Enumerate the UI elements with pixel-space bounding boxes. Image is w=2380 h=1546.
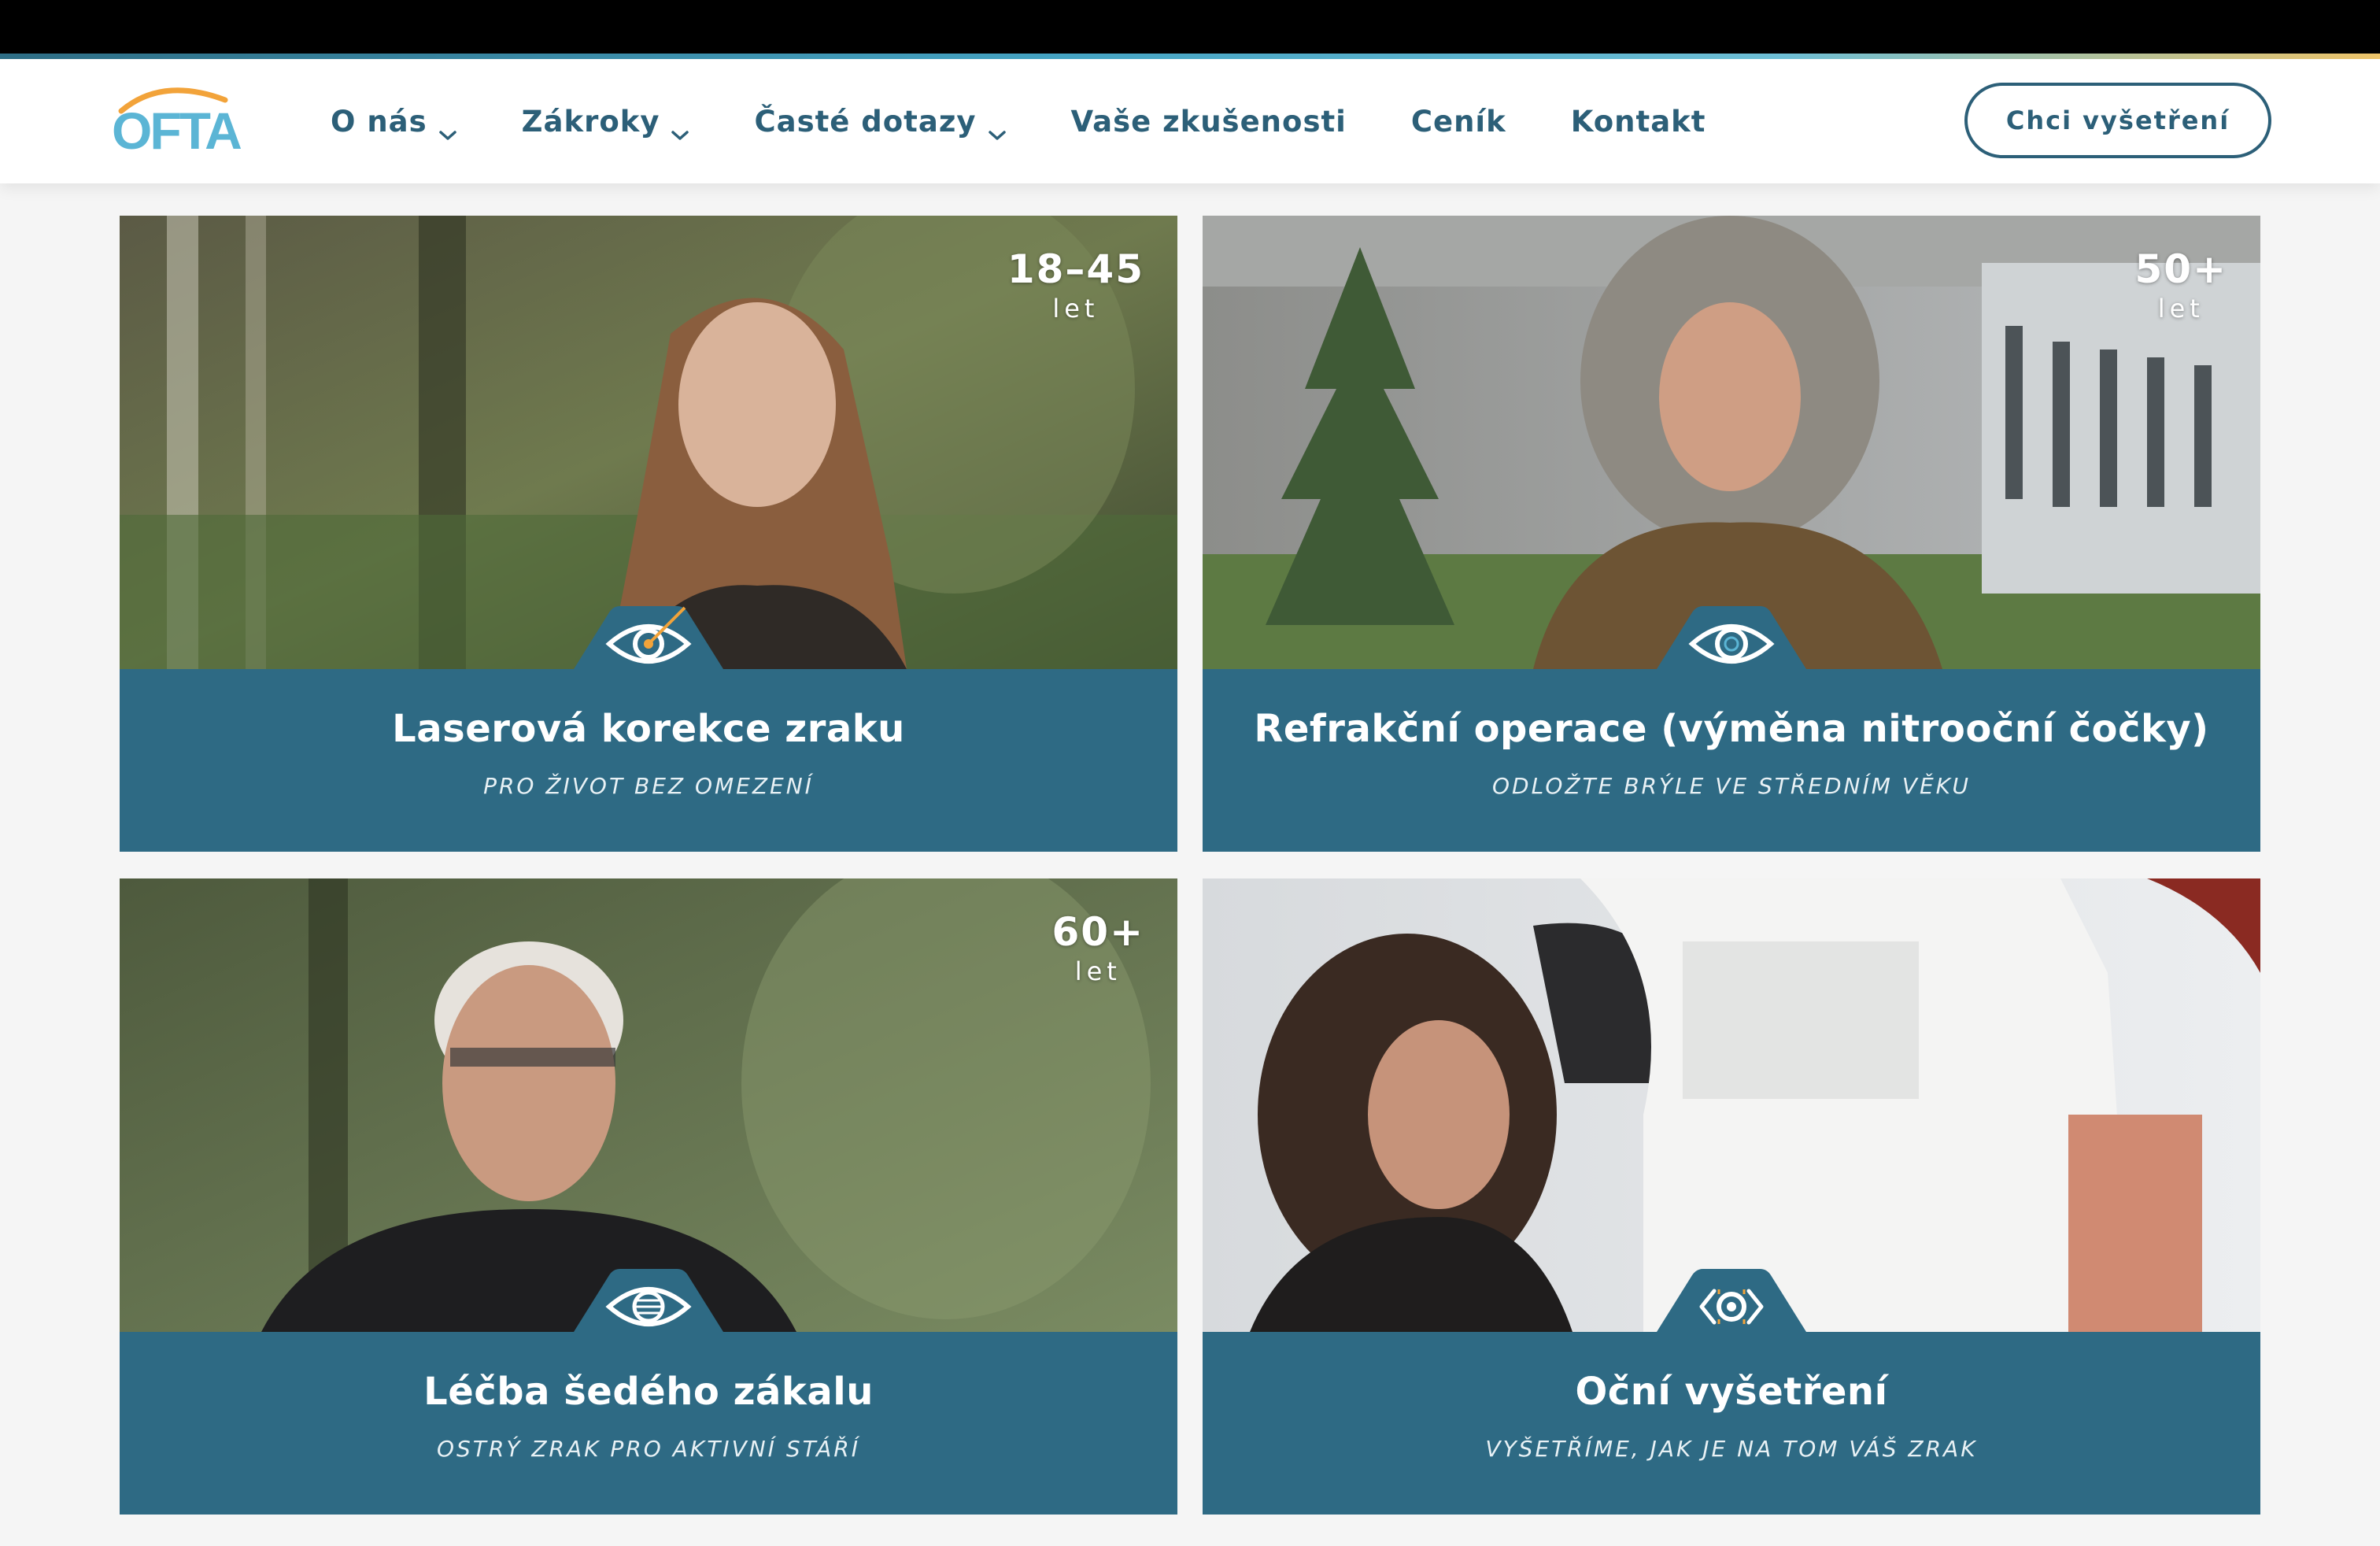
svg-text:OFTA: OFTA — [112, 102, 241, 160]
age-badge: 50+ let — [2135, 247, 2227, 326]
age-range: 60+ — [1051, 909, 1144, 955]
main-navigation: O nás Zákroky Časté dotazy Vaše zkušenos… — [331, 59, 1770, 183]
chevron-down-icon — [671, 115, 689, 140]
service-subtitle: PRO ŽIVOT BEZ OMEZENÍ — [483, 773, 814, 799]
service-card-refractive[interactable]: 50+ let Refrakční operace (výměna nitroo… — [1203, 216, 2260, 852]
chci-vysetreni-button[interactable]: Chci vyšetření — [1964, 83, 2271, 158]
nav-item-caste-dotazy[interactable]: Časté dotazy — [754, 104, 1007, 140]
nav-item-label: Kontakt — [1570, 104, 1706, 139]
service-card-panel: Léčba šedého zákalu OSTRÝ ZRAK PRO AKTIV… — [120, 1332, 1177, 1515]
nav-item-cenik[interactable]: Ceník — [1411, 105, 1506, 139]
nav-item-vase-zkusenosti[interactable]: Vaše zkušenosti — [1071, 105, 1347, 139]
service-subtitle: OSTRÝ ZRAK PRO AKTIVNÍ STÁŘÍ — [436, 1436, 860, 1462]
age-unit: let — [1074, 956, 1122, 986]
browser-top-bar — [0, 0, 2380, 54]
service-subtitle: ODLOŽTE BRÝLE VE STŘEDNÍM VĚKU — [1491, 773, 1971, 799]
service-subtitle: VYŠETŘÍME, JAK JE NA TOM VÁŠ ZRAK — [1485, 1436, 1978, 1462]
nav-item-zakroky[interactable]: Zákroky — [521, 104, 690, 140]
age-range: 50+ — [2134, 246, 2227, 292]
chevron-down-icon — [438, 115, 457, 140]
service-card-panel: Oční vyšetření VYŠETŘÍME, JAK JE NA TOM … — [1203, 1332, 2260, 1515]
eye-cataract-icon — [570, 1263, 727, 1338]
service-title: Oční vyšetření — [1575, 1370, 1888, 1414]
chevron-down-icon — [988, 115, 1007, 140]
age-range: 18–45 — [1007, 246, 1144, 292]
nav-item-label: O nás — [331, 104, 427, 139]
age-unit: let — [1052, 294, 1099, 324]
nav-item-o-nas[interactable]: O nás — [331, 104, 457, 140]
service-card-panel: Refrakční operace (výměna nitrooční čočk… — [1203, 669, 2260, 852]
service-card-panel: Laserová korekce zraku PRO ŽIVOT BEZ OME… — [120, 669, 1177, 852]
service-card-cataract[interactable]: 60+ let Léčba šedého zákalu OSTRÝ ZRAK P… — [120, 878, 1177, 1515]
age-unit: let — [2157, 294, 2204, 324]
eye-laser-icon — [570, 600, 727, 675]
nav-item-label: Ceník — [1410, 104, 1506, 139]
service-card-eye-exam[interactable]: Oční vyšetření VYŠETŘÍME, JAK JE NA TOM … — [1203, 878, 2260, 1515]
nav-item-kontakt[interactable]: Kontakt — [1571, 105, 1706, 139]
eye-exam-icon — [1653, 1263, 1810, 1338]
ofta-logo[interactable]: OFTA — [107, 81, 261, 160]
service-title: Léčba šedého zákalu — [423, 1370, 874, 1414]
header-accent-line — [0, 54, 2380, 59]
age-badge: 60+ let — [1052, 910, 1144, 989]
service-title: Laserová korekce zraku — [392, 707, 905, 751]
nav-item-label: Vaše zkušenosti — [1070, 104, 1347, 139]
eye-lens-icon — [1653, 600, 1810, 675]
site-header: OFTA O nás Zákroky Časté dotazy Vaše zku… — [0, 59, 2380, 183]
service-title: Refrakční operace (výměna nitrooční čočk… — [1254, 707, 2209, 751]
age-badge: 18–45 let — [1007, 247, 1144, 326]
service-card-laser[interactable]: 18–45 let Laserová korekce zraku PRO ŽIV… — [120, 216, 1177, 852]
nav-item-label: Zákroky — [521, 104, 660, 139]
nav-item-label: Časté dotazy — [754, 104, 977, 139]
